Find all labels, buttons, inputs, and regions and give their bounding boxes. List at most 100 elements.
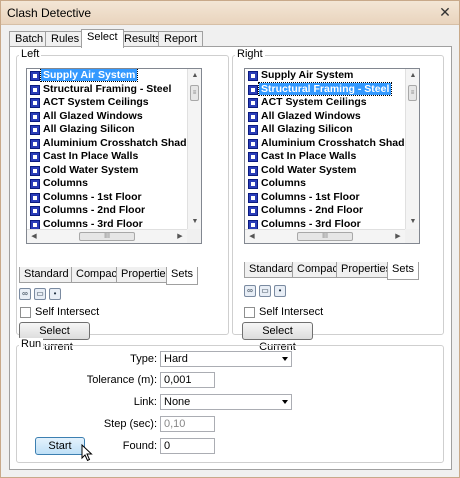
- link-icon[interactable]: ∞: [19, 288, 31, 300]
- list-item[interactable]: Supply Air System: [245, 69, 405, 83]
- scroll-down-icon[interactable]: ▼: [406, 215, 419, 229]
- list-item-label: Aluminium Crosshatch Shad: [43, 136, 187, 149]
- right-tab-standard[interactable]: Standard: [244, 262, 299, 278]
- scroll-thumb[interactable]: III: [79, 232, 135, 241]
- selection-set-icon: [30, 165, 40, 176]
- list-item[interactable]: Cold Water System: [245, 164, 405, 178]
- selection-set-icon: [248, 98, 258, 108]
- list-item[interactable]: Supply Air System: [27, 69, 187, 83]
- list-item[interactable]: Structural Framing - Steel: [27, 83, 187, 97]
- scroll-left-icon[interactable]: ◀: [27, 230, 41, 243]
- selection-set-icon: [30, 152, 40, 162]
- right-group: Right Supply Air System Structural Framin…: [232, 48, 444, 353]
- select-tab-panel: Left Supply Air System Structural Framing…: [9, 46, 452, 470]
- scroll-thumb[interactable]: ≡: [190, 85, 199, 101]
- run-group-label: Run: [19, 338, 44, 350]
- selection-set-icon: [248, 138, 258, 149]
- list-item-label: Cast In Place Walls: [43, 150, 139, 162]
- left-selection-tree[interactable]: Supply Air System Structural Framing - St…: [26, 68, 202, 244]
- right-horizontal-scrollbar[interactable]: ◀ III ▶: [245, 229, 405, 243]
- tab-rules[interactable]: Rules: [45, 31, 86, 47]
- chevron-down-icon: [282, 357, 288, 361]
- tab-batch[interactable]: Batch: [9, 31, 50, 47]
- selection-set-icon: [248, 219, 258, 229]
- type-dropdown[interactable]: Hard: [160, 351, 292, 367]
- list-item[interactable]: Columns - 2nd Floor: [27, 204, 187, 218]
- left-tab-standard[interactable]: Standard: [19, 267, 74, 283]
- selection-set-icon: [30, 111, 40, 122]
- list-item[interactable]: ACT System Ceilings: [27, 96, 187, 110]
- list-item[interactable]: All Glazing Silicon: [27, 123, 187, 137]
- scroll-down-icon[interactable]: ▼: [188, 215, 201, 229]
- list-item[interactable]: Cast In Place Walls: [245, 150, 405, 164]
- scroll-up-icon[interactable]: ▲: [188, 69, 201, 83]
- list-item[interactable]: Cold Water System: [27, 164, 187, 178]
- scroll-corner: [187, 229, 201, 243]
- list-item-label: Columns - 2nd Floor: [43, 204, 146, 216]
- list-item[interactable]: Columns - 3rd Floor: [245, 218, 405, 229]
- list-item[interactable]: Columns - 2nd Floor: [245, 204, 405, 218]
- link-label: Link:: [133, 396, 157, 408]
- left-group: Left Supply Air System Structural Framing…: [16, 48, 229, 353]
- scroll-thumb[interactable]: ≡: [408, 85, 417, 101]
- list-item-label: All Glazing Silicon: [261, 123, 353, 135]
- list-item[interactable]: Columns - 1st Floor: [27, 191, 187, 205]
- selection-set-icon: [30, 192, 40, 203]
- tab-report[interactable]: Report: [158, 31, 204, 47]
- step-field[interactable]: 0,10: [160, 416, 215, 432]
- scroll-right-icon[interactable]: ▶: [391, 230, 405, 243]
- tab-select[interactable]: Select: [81, 29, 124, 48]
- chevron-down-icon: [282, 400, 288, 404]
- right-item-list: Supply Air System Structural Framing - St…: [245, 69, 405, 229]
- selection-set-icon: [248, 192, 258, 203]
- list-item[interactable]: All Glazed Windows: [245, 110, 405, 124]
- list-item[interactable]: All Glazed Windows: [27, 110, 187, 124]
- point-icon[interactable]: •: [274, 285, 286, 297]
- box-select-icon[interactable]: ▭: [34, 288, 46, 300]
- list-item[interactable]: Columns: [245, 177, 405, 191]
- clash-detective-window: Clash Detective ✕ Batch Rules Select Res…: [0, 0, 460, 478]
- link-dropdown[interactable]: None: [160, 394, 292, 410]
- list-item[interactable]: ACT System Ceilings: [245, 96, 405, 110]
- list-item-label: Columns - 3rd Floor: [43, 217, 143, 230]
- close-icon[interactable]: ✕: [437, 4, 453, 20]
- right-select-current-button[interactable]: Select Current: [242, 322, 313, 353]
- start-button[interactable]: Start: [35, 437, 85, 455]
- right-self-intersect-checkbox[interactable]: [244, 307, 255, 318]
- right-tab-sets[interactable]: Sets: [387, 262, 420, 280]
- left-self-intersect-checkbox[interactable]: [20, 307, 31, 318]
- scroll-thumb[interactable]: III: [297, 232, 353, 241]
- left-tab-sets[interactable]: Sets: [166, 267, 199, 285]
- selection-set-icon: [248, 111, 258, 122]
- list-item-label: ACT System Ceilings: [43, 96, 149, 108]
- selection-set-icon: [248, 179, 258, 189]
- list-item[interactable]: Cast In Place Walls: [27, 150, 187, 164]
- left-group-label: Left: [19, 48, 42, 60]
- right-vertical-scrollbar[interactable]: ▲ ≡ ▼: [405, 69, 419, 229]
- right-selection-tree[interactable]: Supply Air System Structural Framing - St…: [244, 68, 420, 244]
- left-vertical-scrollbar[interactable]: ▲ ≡ ▼: [187, 69, 201, 229]
- list-item-label: Supply Air System: [39, 69, 139, 82]
- list-item[interactable]: Structural Framing - Steel: [245, 81, 405, 97]
- left-horizontal-scrollbar[interactable]: ◀ III ▶: [27, 229, 187, 243]
- list-item[interactable]: Aluminium Crosshatch Shad: [27, 137, 187, 151]
- list-item[interactable]: Aluminium Crosshatch Shad: [245, 137, 405, 151]
- list-item[interactable]: Columns - 1st Floor: [245, 191, 405, 205]
- title-bar: Clash Detective ✕: [1, 1, 459, 25]
- found-field: 0: [160, 438, 215, 454]
- scroll-corner: [405, 229, 419, 243]
- list-item[interactable]: Columns - 3rd Floor: [27, 217, 187, 230]
- selection-set-icon: [30, 138, 40, 149]
- selection-set-icon: [248, 125, 258, 135]
- list-item[interactable]: Columns: [27, 177, 187, 191]
- link-icon[interactable]: ∞: [244, 285, 256, 297]
- point-icon[interactable]: •: [49, 288, 61, 300]
- list-item[interactable]: All Glazing Silicon: [245, 123, 405, 137]
- scroll-left-icon[interactable]: ◀: [245, 230, 259, 243]
- tolerance-field[interactable]: 0,001: [160, 372, 215, 388]
- list-item-label: Supply Air System: [261, 69, 354, 81]
- scroll-right-icon[interactable]: ▶: [173, 230, 187, 243]
- selection-set-icon: [248, 71, 258, 81]
- scroll-up-icon[interactable]: ▲: [406, 69, 419, 83]
- box-select-icon[interactable]: ▭: [259, 285, 271, 297]
